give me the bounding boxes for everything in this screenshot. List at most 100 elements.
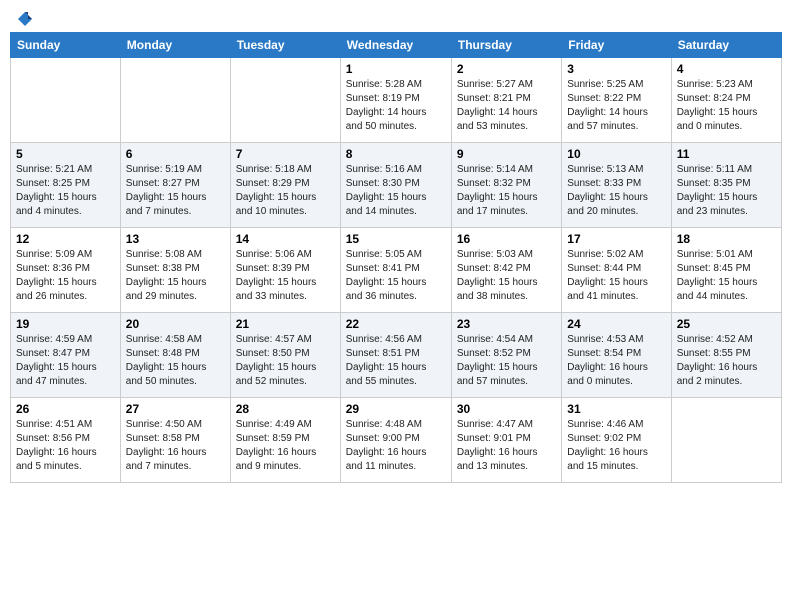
- day-info: Sunrise: 5:02 AM Sunset: 8:44 PM Dayligh…: [567, 248, 665, 304]
- weekday-wednesday: Wednesday: [340, 33, 451, 58]
- logo: [14, 10, 34, 24]
- day-number: 12: [16, 232, 115, 246]
- calendar-day-27: 27 Sunrise: 4:50 AM Sunset: 8:58 PM Dayli…: [120, 398, 230, 483]
- day-number: 16: [457, 232, 556, 246]
- calendar-week-row: 26 Sunrise: 4:51 AM Sunset: 8:56 PM Dayli…: [11, 398, 782, 483]
- calendar-day-19: 19 Sunrise: 4:59 AM Sunset: 8:47 PM Dayli…: [11, 313, 121, 398]
- calendar-week-row: 1 Sunrise: 5:28 AM Sunset: 8:19 PM Daylig…: [11, 58, 782, 143]
- day-info: Sunrise: 4:54 AM Sunset: 8:52 PM Dayligh…: [457, 333, 556, 389]
- day-number: 15: [346, 232, 446, 246]
- calendar-day-8: 8 Sunrise: 5:16 AM Sunset: 8:30 PM Daylig…: [340, 143, 451, 228]
- day-number: 22: [346, 317, 446, 331]
- calendar-day-1: 1 Sunrise: 5:28 AM Sunset: 8:19 PM Daylig…: [340, 58, 451, 143]
- weekday-header-row: SundayMondayTuesdayWednesdayThursdayFrid…: [11, 33, 782, 58]
- day-info: Sunrise: 5:14 AM Sunset: 8:32 PM Dayligh…: [457, 163, 556, 219]
- empty-cell: [230, 58, 340, 143]
- calendar-table: SundayMondayTuesdayWednesdayThursdayFrid…: [10, 32, 782, 483]
- day-number: 9: [457, 147, 556, 161]
- day-info: Sunrise: 4:57 AM Sunset: 8:50 PM Dayligh…: [236, 333, 335, 389]
- day-info: Sunrise: 4:47 AM Sunset: 9:01 PM Dayligh…: [457, 418, 556, 474]
- day-info: Sunrise: 4:50 AM Sunset: 8:58 PM Dayligh…: [126, 418, 225, 474]
- calendar-day-6: 6 Sunrise: 5:19 AM Sunset: 8:27 PM Daylig…: [120, 143, 230, 228]
- day-number: 8: [346, 147, 446, 161]
- day-info: Sunrise: 5:01 AM Sunset: 8:45 PM Dayligh…: [677, 248, 776, 304]
- calendar-day-4: 4 Sunrise: 5:23 AM Sunset: 8:24 PM Daylig…: [671, 58, 781, 143]
- day-info: Sunrise: 4:59 AM Sunset: 8:47 PM Dayligh…: [16, 333, 115, 389]
- day-number: 20: [126, 317, 225, 331]
- day-info: Sunrise: 4:48 AM Sunset: 9:00 PM Dayligh…: [346, 418, 446, 474]
- calendar-day-10: 10Sunrise: 5:13 AM Sunset: 8:33 PM Dayli…: [562, 143, 671, 228]
- empty-cell: [11, 58, 121, 143]
- calendar-week-row: 5 Sunrise: 5:21 AM Sunset: 8:25 PM Daylig…: [11, 143, 782, 228]
- day-number: 23: [457, 317, 556, 331]
- day-info: Sunrise: 5:21 AM Sunset: 8:25 PM Dayligh…: [16, 163, 115, 219]
- logo-icon: [16, 10, 34, 28]
- calendar-day-26: 26 Sunrise: 4:51 AM Sunset: 8:56 PM Dayli…: [11, 398, 121, 483]
- day-number: 4: [677, 62, 776, 76]
- calendar-day-23: 23 Sunrise: 4:54 AM Sunset: 8:52 PM Dayli…: [451, 313, 561, 398]
- page-header: [10, 10, 782, 24]
- day-info: Sunrise: 5:09 AM Sunset: 8:36 PM Dayligh…: [16, 248, 115, 304]
- calendar-day-21: 21 Sunrise: 4:57 AM Sunset: 8:50 PM Dayli…: [230, 313, 340, 398]
- day-number: 17: [567, 232, 665, 246]
- day-info: Sunrise: 5:27 AM Sunset: 8:21 PM Dayligh…: [457, 78, 556, 134]
- day-info: Sunrise: 4:56 AM Sunset: 8:51 PM Dayligh…: [346, 333, 446, 389]
- day-info: Sunrise: 5:18 AM Sunset: 8:29 PM Dayligh…: [236, 163, 335, 219]
- calendar-week-row: 12 Sunrise: 5:09 AM Sunset: 8:36 PM Dayli…: [11, 228, 782, 313]
- day-number: 21: [236, 317, 335, 331]
- day-info: Sunrise: 5:25 AM Sunset: 8:22 PM Dayligh…: [567, 78, 665, 134]
- day-number: 11: [677, 147, 776, 161]
- weekday-thursday: Thursday: [451, 33, 561, 58]
- day-info: Sunrise: 5:13 AM Sunset: 8:33 PM Dayligh…: [567, 163, 665, 219]
- day-number: 26: [16, 402, 115, 416]
- day-number: 30: [457, 402, 556, 416]
- day-info: Sunrise: 5:11 AM Sunset: 8:35 PM Dayligh…: [677, 163, 776, 219]
- day-info: Sunrise: 4:49 AM Sunset: 8:59 PM Dayligh…: [236, 418, 335, 474]
- day-info: Sunrise: 5:23 AM Sunset: 8:24 PM Dayligh…: [677, 78, 776, 134]
- day-number: 31: [567, 402, 665, 416]
- day-info: Sunrise: 4:51 AM Sunset: 8:56 PM Dayligh…: [16, 418, 115, 474]
- calendar-day-17: 17 Sunrise: 5:02 AM Sunset: 8:44 PM Dayli…: [562, 228, 671, 313]
- day-number: 25: [677, 317, 776, 331]
- calendar-day-29: 29 Sunrise: 4:48 AM Sunset: 9:00 PM Dayli…: [340, 398, 451, 483]
- day-info: Sunrise: 5:08 AM Sunset: 8:38 PM Dayligh…: [126, 248, 225, 304]
- calendar-day-31: 31Sunrise: 4:46 AM Sunset: 9:02 PM Dayli…: [562, 398, 671, 483]
- weekday-tuesday: Tuesday: [230, 33, 340, 58]
- calendar-day-28: 28 Sunrise: 4:49 AM Sunset: 8:59 PM Dayli…: [230, 398, 340, 483]
- day-number: 27: [126, 402, 225, 416]
- day-number: 19: [16, 317, 115, 331]
- day-info: Sunrise: 5:28 AM Sunset: 8:19 PM Dayligh…: [346, 78, 446, 134]
- day-number: 14: [236, 232, 335, 246]
- day-number: 2: [457, 62, 556, 76]
- calendar-week-row: 19 Sunrise: 4:59 AM Sunset: 8:47 PM Dayli…: [11, 313, 782, 398]
- day-info: Sunrise: 4:52 AM Sunset: 8:55 PM Dayligh…: [677, 333, 776, 389]
- day-number: 29: [346, 402, 446, 416]
- weekday-sunday: Sunday: [11, 33, 121, 58]
- day-info: Sunrise: 4:53 AM Sunset: 8:54 PM Dayligh…: [567, 333, 665, 389]
- weekday-saturday: Saturday: [671, 33, 781, 58]
- empty-cell: [120, 58, 230, 143]
- calendar-day-16: 16Sunrise: 5:03 AM Sunset: 8:42 PM Dayli…: [451, 228, 561, 313]
- day-info: Sunrise: 5:05 AM Sunset: 8:41 PM Dayligh…: [346, 248, 446, 304]
- day-info: Sunrise: 5:19 AM Sunset: 8:27 PM Dayligh…: [126, 163, 225, 219]
- day-number: 5: [16, 147, 115, 161]
- calendar-day-30: 30 Sunrise: 4:47 AM Sunset: 9:01 PM Dayli…: [451, 398, 561, 483]
- day-info: Sunrise: 5:16 AM Sunset: 8:30 PM Dayligh…: [346, 163, 446, 219]
- day-number: 18: [677, 232, 776, 246]
- day-number: 28: [236, 402, 335, 416]
- empty-cell: [671, 398, 781, 483]
- calendar-day-22: 22 Sunrise: 4:56 AM Sunset: 8:51 PM Dayli…: [340, 313, 451, 398]
- day-number: 3: [567, 62, 665, 76]
- calendar-day-18: 18 Sunrise: 5:01 AM Sunset: 8:45 PM Dayli…: [671, 228, 781, 313]
- day-number: 6: [126, 147, 225, 161]
- day-number: 24: [567, 317, 665, 331]
- calendar-day-14: 14Sunrise: 5:06 AM Sunset: 8:39 PM Dayli…: [230, 228, 340, 313]
- calendar-day-7: 7Sunrise: 5:18 AM Sunset: 8:29 PM Daylig…: [230, 143, 340, 228]
- weekday-monday: Monday: [120, 33, 230, 58]
- calendar-day-2: 2 Sunrise: 5:27 AM Sunset: 8:21 PM Daylig…: [451, 58, 561, 143]
- day-number: 13: [126, 232, 225, 246]
- day-number: 1: [346, 62, 446, 76]
- calendar-day-25: 25 Sunrise: 4:52 AM Sunset: 8:55 PM Dayli…: [671, 313, 781, 398]
- calendar-day-5: 5 Sunrise: 5:21 AM Sunset: 8:25 PM Daylig…: [11, 143, 121, 228]
- calendar-day-13: 13 Sunrise: 5:08 AM Sunset: 8:38 PM Dayli…: [120, 228, 230, 313]
